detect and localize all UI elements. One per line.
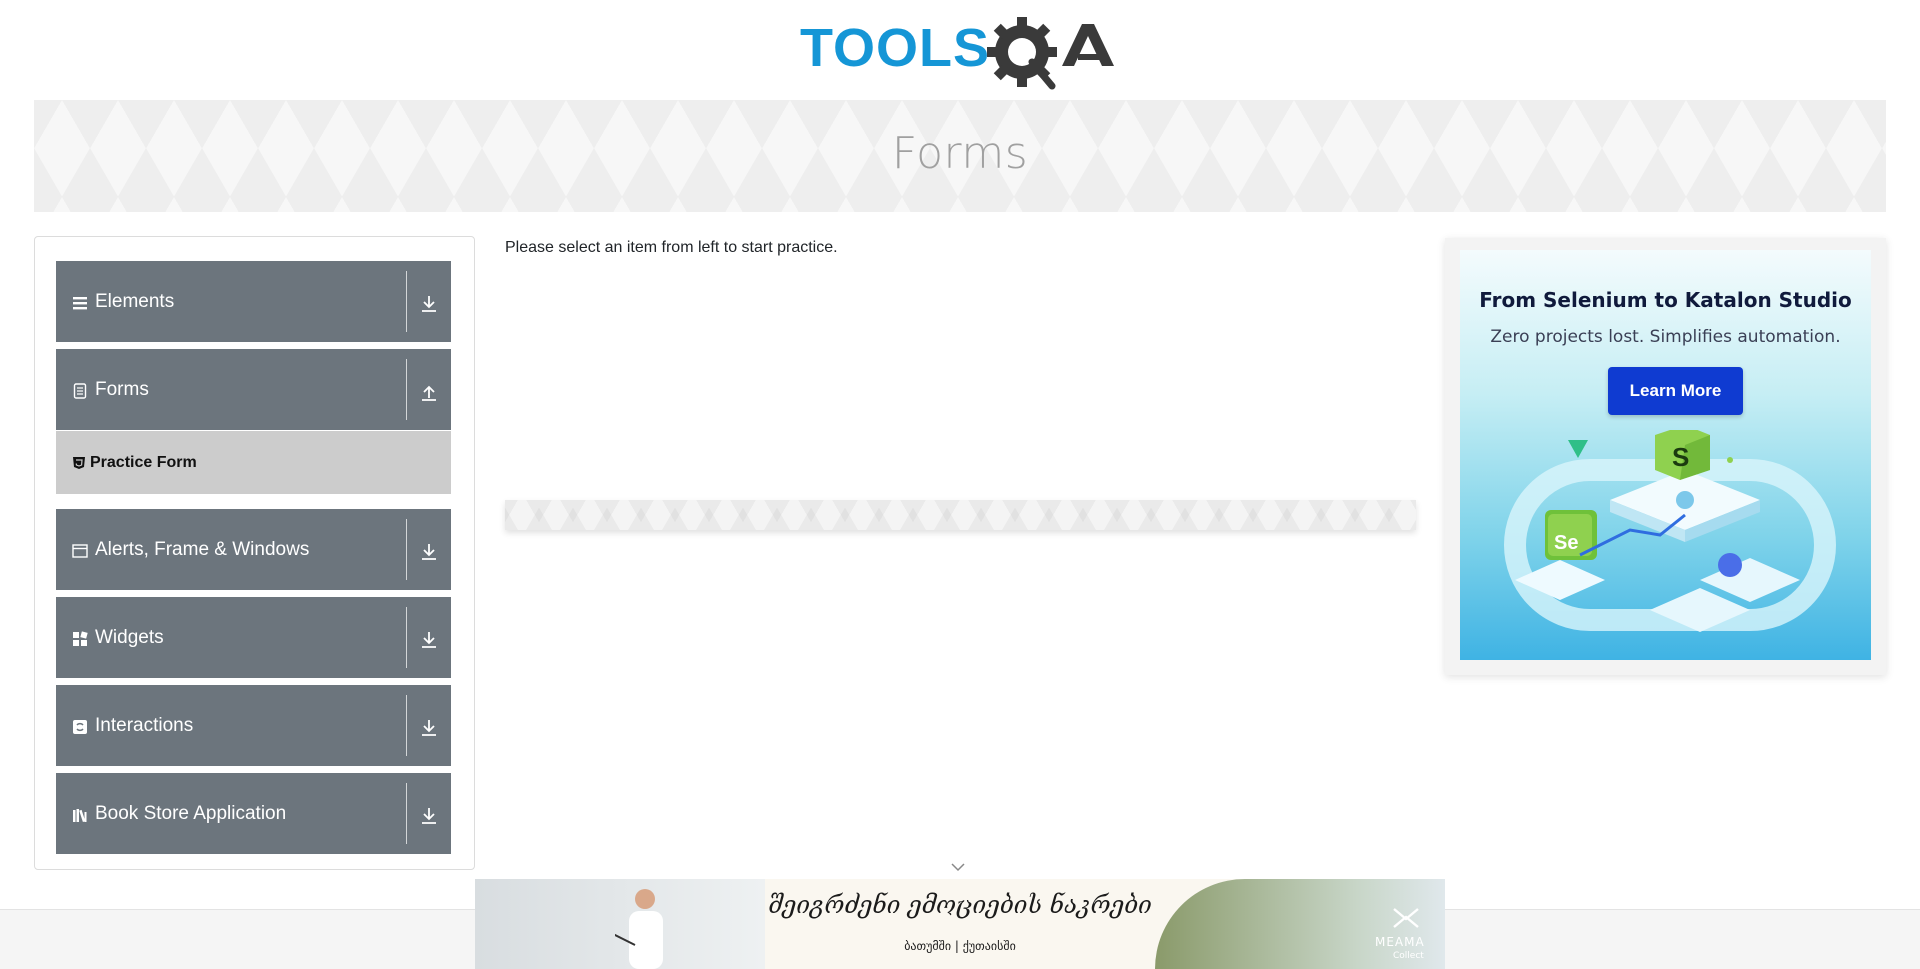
group-elements[interactable]: Elements xyxy=(56,261,451,342)
group-label: Widgets xyxy=(95,627,164,648)
download-arrow-icon[interactable] xyxy=(419,293,439,315)
widgets-icon xyxy=(72,631,88,647)
bottom-banner-ad[interactable]: შეიგრძენი ემოციების ნაკრები ბათუმში | ქუ… xyxy=(475,879,1445,969)
ad-placeholder-strip xyxy=(505,500,1416,530)
hamburger-icon xyxy=(72,295,88,311)
logo-text-tools: TOOLS xyxy=(800,18,990,78)
ad-subtitle: Zero projects lost. Simplifies automatio… xyxy=(1490,327,1841,347)
document-icon xyxy=(72,383,88,399)
interactions-icon xyxy=(72,719,88,735)
page-title: Forms xyxy=(891,128,1029,179)
divider xyxy=(406,271,407,332)
badge-s-text: S xyxy=(1672,442,1689,472)
divider xyxy=(406,359,407,420)
group-label: Book Store Application xyxy=(95,803,287,824)
bottom-ad-brand: MEAMA xyxy=(1375,935,1425,949)
selenium-badge-icon: Se xyxy=(1545,510,1597,560)
group-book-store-application[interactable]: Book Store Application xyxy=(56,773,451,854)
katalon-s-badge-icon: S xyxy=(1655,430,1710,480)
practice-instruction: Please select an item from left to start… xyxy=(505,239,838,256)
divider xyxy=(406,695,407,756)
ad-photo-left xyxy=(475,879,765,969)
left-sidebar: Elements Forms Practice Form Alerts, Fra… xyxy=(34,236,475,870)
group-forms[interactable]: Forms xyxy=(56,349,451,430)
group-label: Forms xyxy=(95,379,149,400)
logo-letter-a xyxy=(1062,24,1114,66)
books-icon xyxy=(72,807,88,823)
learn-more-button[interactable]: Learn More xyxy=(1608,367,1743,415)
upload-arrow-icon[interactable] xyxy=(419,381,439,403)
ad-title: From Selenium to Katalon Studio xyxy=(1479,288,1852,312)
download-arrow-icon[interactable] xyxy=(419,805,439,827)
group-alerts-frame-windows[interactable]: Alerts, Frame & Windows xyxy=(56,509,451,590)
download-arrow-icon[interactable] xyxy=(419,541,439,563)
site-header: TOOLS xyxy=(0,0,1920,100)
group-interactions[interactable]: Interactions xyxy=(56,685,451,766)
download-arrow-icon[interactable] xyxy=(419,717,439,739)
gear-icon xyxy=(987,17,1057,90)
divider xyxy=(406,783,407,844)
divider xyxy=(406,519,407,580)
html5-icon xyxy=(73,457,85,469)
meama-logo-icon xyxy=(1393,908,1419,928)
bottom-ad-title: შეიგრძენი ემოციების ნაკრები xyxy=(768,891,1152,919)
right-ad-frame: From Selenium to Katalon Studio Zero pro… xyxy=(1445,238,1886,675)
page-banner: Forms xyxy=(34,100,1886,212)
ad-illustration: S Se xyxy=(1504,430,1836,632)
menu-item-practice-form[interactable]: Practice Form xyxy=(56,431,451,494)
group-label: Interactions xyxy=(95,715,194,736)
download-arrow-icon[interactable] xyxy=(419,629,439,651)
window-icon xyxy=(72,543,88,559)
bottom-ad-subtitle: ბათუმში | ქუთაისში xyxy=(904,939,1016,953)
menu-item-label: Practice Form xyxy=(90,454,197,471)
divider xyxy=(406,607,407,668)
chevron-down-icon[interactable] xyxy=(950,862,966,872)
person-image xyxy=(615,889,663,969)
katalon-ad[interactable]: From Selenium to Katalon Studio Zero pro… xyxy=(1460,250,1871,660)
group-label: Elements xyxy=(95,291,175,312)
bottom-ad-brand-sub: Collect xyxy=(1393,951,1424,961)
badge-se-text: Se xyxy=(1554,532,1578,554)
toolsqa-logo[interactable]: TOOLS xyxy=(800,14,1125,90)
group-label: Alerts, Frame & Windows xyxy=(95,539,310,560)
group-widgets[interactable]: Widgets xyxy=(56,597,451,678)
